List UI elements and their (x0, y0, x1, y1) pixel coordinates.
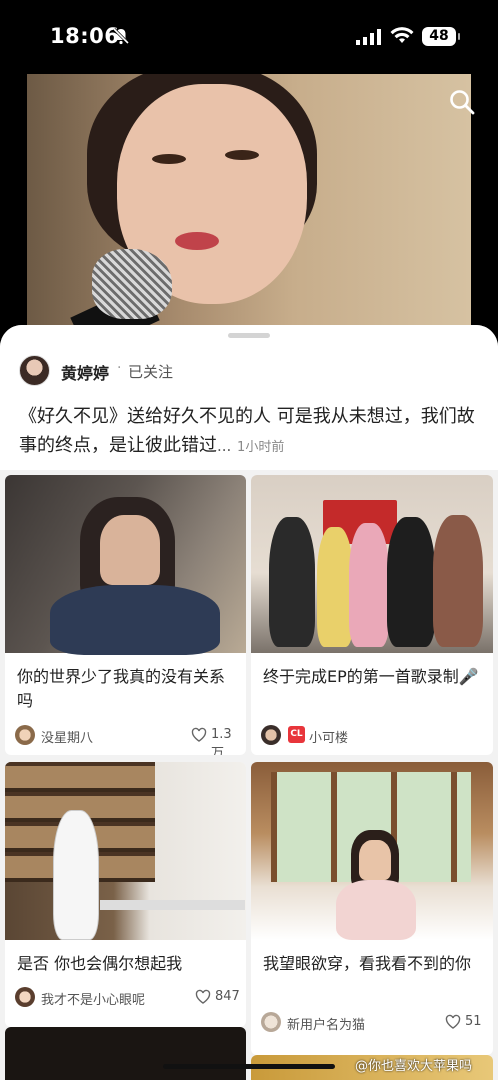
avatar[interactable] (261, 725, 281, 745)
avatar[interactable] (19, 355, 50, 386)
status-time: 18:06 (50, 24, 120, 48)
feed-card-partial[interactable] (5, 1027, 246, 1080)
heart-outline-icon[interactable] (445, 1014, 461, 1030)
avatar[interactable] (15, 987, 35, 1007)
card-username[interactable]: 新用户名为猫 (287, 1014, 365, 1033)
feed-card[interactable]: 你的世界少了我真的没有关系吗 没星期八 1.3万 (5, 475, 246, 755)
post-header: 黄婷婷 · 已关注 《好久不见》送给好久不见的人 可是我从未想过，我们故事的终点… (0, 325, 498, 470)
card-image (5, 475, 246, 655)
status-bar: 18:06 48 (0, 0, 498, 72)
card-person (387, 517, 435, 647)
card-figure-face (100, 515, 160, 585)
card-person-face (359, 840, 391, 880)
card-meta: 新用户名为猫 51 (261, 1012, 489, 1034)
feed-card[interactable]: 是否 你也会偶尔想起我 我才不是小心眼呢 847 (5, 762, 246, 1027)
card-title: 你的世界少了我真的没有关系吗 (17, 667, 226, 710)
card-title: 我望眼欲穿，看我看不到的你 (263, 954, 472, 973)
hero-microphone (92, 249, 172, 319)
card-desk (100, 900, 245, 910)
card-figure-body (50, 585, 220, 655)
card-person-body (336, 880, 416, 940)
hero-eye-left (152, 154, 186, 164)
card-person (317, 527, 353, 647)
search-icon[interactable] (448, 88, 476, 116)
avatar[interactable] (15, 725, 35, 745)
card-meta: 没星期八 1.3万 (15, 725, 243, 755)
user-badge: CL (288, 726, 305, 743)
signal-icon (356, 29, 381, 45)
home-indicator[interactable] (163, 1064, 335, 1069)
wifi-icon (390, 27, 414, 43)
card-title: 终于完成EP的第一首歌录制🎤 (263, 667, 479, 686)
card-person (433, 515, 483, 647)
card-username[interactable]: 小可楼 (309, 727, 348, 746)
card-image (251, 762, 493, 940)
hero-eye-right (225, 150, 259, 160)
card-person (349, 523, 389, 647)
battery-indicator: 48 (422, 27, 460, 46)
card-meta: CL 小可楼 (261, 725, 489, 747)
card-username[interactable]: 我才不是小心眼呢 (41, 989, 145, 1008)
feed-card[interactable]: 终于完成EP的第一首歌录制🎤 CL 小可楼 (251, 475, 493, 755)
author-name[interactable]: 黄婷婷 (61, 360, 109, 384)
like-count: 1.3万 (211, 727, 232, 755)
post-time: 1小时前 (237, 440, 285, 455)
follow-status[interactable]: 已关注 (128, 361, 173, 382)
card-image (251, 475, 493, 653)
feed-card[interactable]: 我望眼欲穿，看我看不到的你 新用户名为猫 51 (251, 762, 493, 1055)
hero-lips (175, 232, 219, 250)
sheet-drag-handle[interactable] (228, 333, 270, 338)
post-sheet: 黄婷婷 · 已关注 《好久不见》送给好久不见的人 可是我从未想过，我们故事的终点… (0, 325, 498, 1080)
hero-image[interactable] (27, 74, 471, 326)
card-meta: 我才不是小心眼呢 847 (15, 987, 243, 1009)
avatar[interactable] (261, 1012, 281, 1032)
card-person (53, 810, 99, 940)
bell-muted-icon (112, 27, 130, 45)
heart-outline-icon[interactable] (191, 727, 207, 743)
card-person (269, 517, 315, 647)
like-count: 51 (465, 1014, 482, 1029)
card-username[interactable]: 没星期八 (41, 727, 93, 746)
watermark: @你也喜欢大苹果吗 (355, 1059, 473, 1074)
card-image (5, 762, 246, 940)
like-count: 847 (215, 989, 240, 1004)
separator-dot: · (117, 360, 122, 376)
description-ellipsis: ... (217, 437, 232, 455)
card-title: 是否 你也会偶尔想起我 (17, 954, 183, 973)
heart-outline-icon[interactable] (195, 989, 211, 1005)
post-description[interactable]: 《好久不见》送给好久不见的人 可是我从未想过，我们故事的终点，是让彼此错过...… (19, 402, 479, 462)
